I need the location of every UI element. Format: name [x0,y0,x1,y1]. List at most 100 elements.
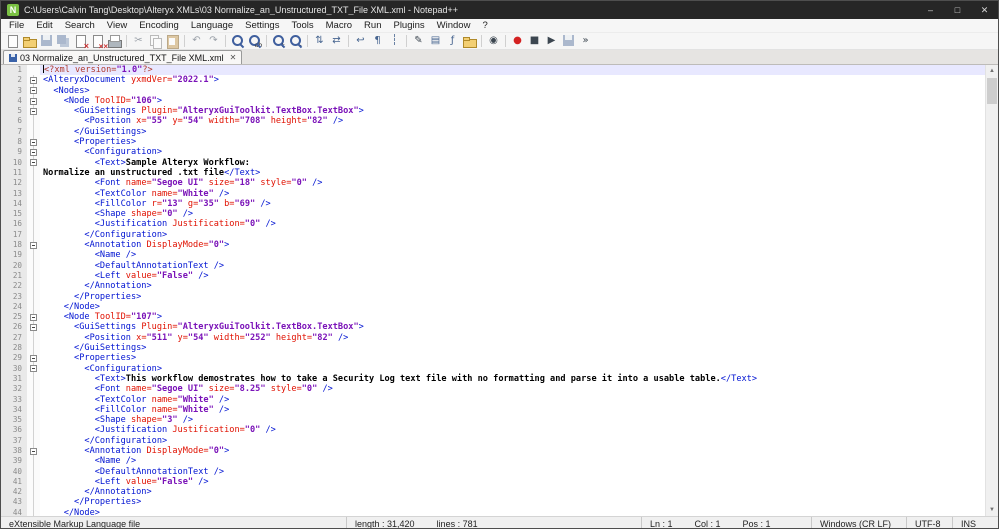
fold-margin [27,219,40,230]
copy-button[interactable] [147,33,164,49]
fold-toggle[interactable] [30,76,37,84]
fold-toggle[interactable] [30,241,37,249]
menu-window[interactable]: Window [431,19,477,33]
fold-toggle[interactable] [30,313,37,321]
zoom-in-button[interactable]: + [270,33,287,49]
scroll-up-arrow[interactable]: ▲ [986,65,998,77]
redo-button[interactable]: ↷ [205,33,222,49]
fold-toggle[interactable] [30,324,37,332]
code-segment: style= [265,384,302,395]
code-segment: <Text> [43,157,126,168]
fold-toggle[interactable] [30,107,37,115]
open-file-button[interactable] [21,33,38,49]
fold-toggle[interactable] [30,149,37,157]
stop-macro-icon: ■ [529,35,540,46]
code-segment: </Configuration> [43,229,168,240]
code-text: <Font name="Segoe UI" size="8.25" style=… [40,384,985,394]
close-button[interactable]: ✕ [971,1,998,19]
zoom-out-button[interactable]: − [287,33,304,49]
fold-toggle[interactable] [30,354,37,362]
record-macro-button[interactable]: ● [509,33,526,49]
tab-bar: 03 Normalize_an_Unstructured_TXT_File XM… [1,50,998,65]
sync-vertical-button[interactable]: ⇅ [311,33,328,49]
paste-button[interactable] [164,33,181,49]
fold-margin [27,456,40,467]
menu-plugins[interactable]: Plugins [387,19,430,33]
save-macro-button[interactable] [560,33,577,49]
code-segment: <GuiSettings [43,322,142,333]
code-segment: "0" [244,425,261,436]
status-insert-mode[interactable]: INS [952,517,998,528]
indent-guide-button[interactable]: ┆ [386,33,403,49]
code-segment: </Text> [224,167,261,178]
folder-as-workspace-button[interactable] [461,33,478,49]
cut-button[interactable]: ✂ [130,33,147,49]
scroll-down-arrow[interactable]: ▼ [986,504,998,516]
save-file-button[interactable] [38,33,55,49]
status-encoding[interactable]: UTF-8 [906,517,952,528]
tab-document[interactable]: 03 Normalize_an_Unstructured_TXT_File XM… [3,50,243,64]
code-segment: "8.25" [234,384,266,395]
replace-button[interactable]: ab [246,33,263,49]
code-segment: r= [151,198,163,209]
menu-encoding[interactable]: Encoding [133,19,185,33]
editor-line: 6 <Position x="55" y="54" width="708" he… [1,116,985,127]
fold-toggle[interactable] [30,138,37,146]
fold-margin [27,415,40,426]
save-all-button[interactable] [55,33,72,49]
menu-run[interactable]: Run [358,19,387,33]
run-macro-multiple-button[interactable]: » [577,33,594,49]
menu-tools[interactable]: Tools [285,19,319,33]
fold-toggle[interactable] [30,365,37,373]
code-segment: Sample Alteryx Workflow: [125,157,250,168]
code-segment: <AlteryxDocument [43,75,131,86]
menu-language[interactable]: Language [185,19,239,33]
fold-toggle[interactable] [30,447,37,455]
stop-macro-button[interactable]: ■ [526,33,543,49]
fold-margin [27,126,40,138]
code-segment: "White" [177,188,214,199]
word-wrap-icon: ↩ [356,35,365,46]
function-list-button[interactable]: ƒ [444,33,461,49]
new-file-button[interactable] [4,33,21,49]
status-line: Ln : 1 [650,518,673,529]
print-button[interactable] [106,33,123,49]
menu-help[interactable]: ? [476,19,493,33]
window-title: C:\Users\Calvin Tang\Desktop\Alteryx XML… [24,5,459,15]
close-all-button[interactable] [89,33,108,51]
tab-close-button[interactable]: ✕ [230,53,237,62]
scrollbar-thumb[interactable] [987,78,997,104]
undo-button[interactable]: ↶ [188,33,205,49]
editor-line: 44 </Node> [1,507,985,516]
line-number: 29 [1,353,27,364]
sync-vertical-icon: ⇅ [315,35,324,46]
minimize-button[interactable]: – [917,1,944,19]
fold-toggle[interactable] [30,97,37,105]
menu-file[interactable]: File [3,19,30,33]
vertical-scrollbar[interactable]: ▲ ▼ [985,65,998,516]
text-editor[interactable]: 1 <?xml version="1.0"?> 2 <AlteryxDocument … [1,65,998,516]
status-eol-format[interactable]: Windows (CR LF) [811,517,906,528]
maximize-button[interactable]: □ [944,1,971,19]
fold-toggle[interactable] [30,87,37,95]
find-button[interactable] [229,33,246,49]
code-segment: ToolID= [94,95,131,106]
define-language-button[interactable]: ✎ [410,33,427,49]
fold-margin [27,312,40,323]
fold-toggle[interactable] [30,159,37,167]
line-number: 35 [1,415,27,426]
menu-edit[interactable]: Edit [30,19,58,33]
menu-view[interactable]: View [101,19,133,33]
document-map-button[interactable]: ▤ [427,33,444,49]
menu-settings[interactable]: Settings [239,19,285,33]
word-wrap-button[interactable]: ↩ [352,33,369,49]
fold-line [33,291,34,302]
fold-line [33,415,34,426]
menu-macro[interactable]: Macro [320,19,358,33]
close-file-button[interactable] [72,33,89,51]
play-macro-button[interactable]: ▶ [543,33,560,49]
menu-search[interactable]: Search [59,19,101,33]
monitoring-button[interactable]: ◉ [485,33,502,49]
sync-horizontal-button[interactable]: ⇄ [328,33,345,49]
show-all-characters-button[interactable]: ¶ [369,33,386,49]
